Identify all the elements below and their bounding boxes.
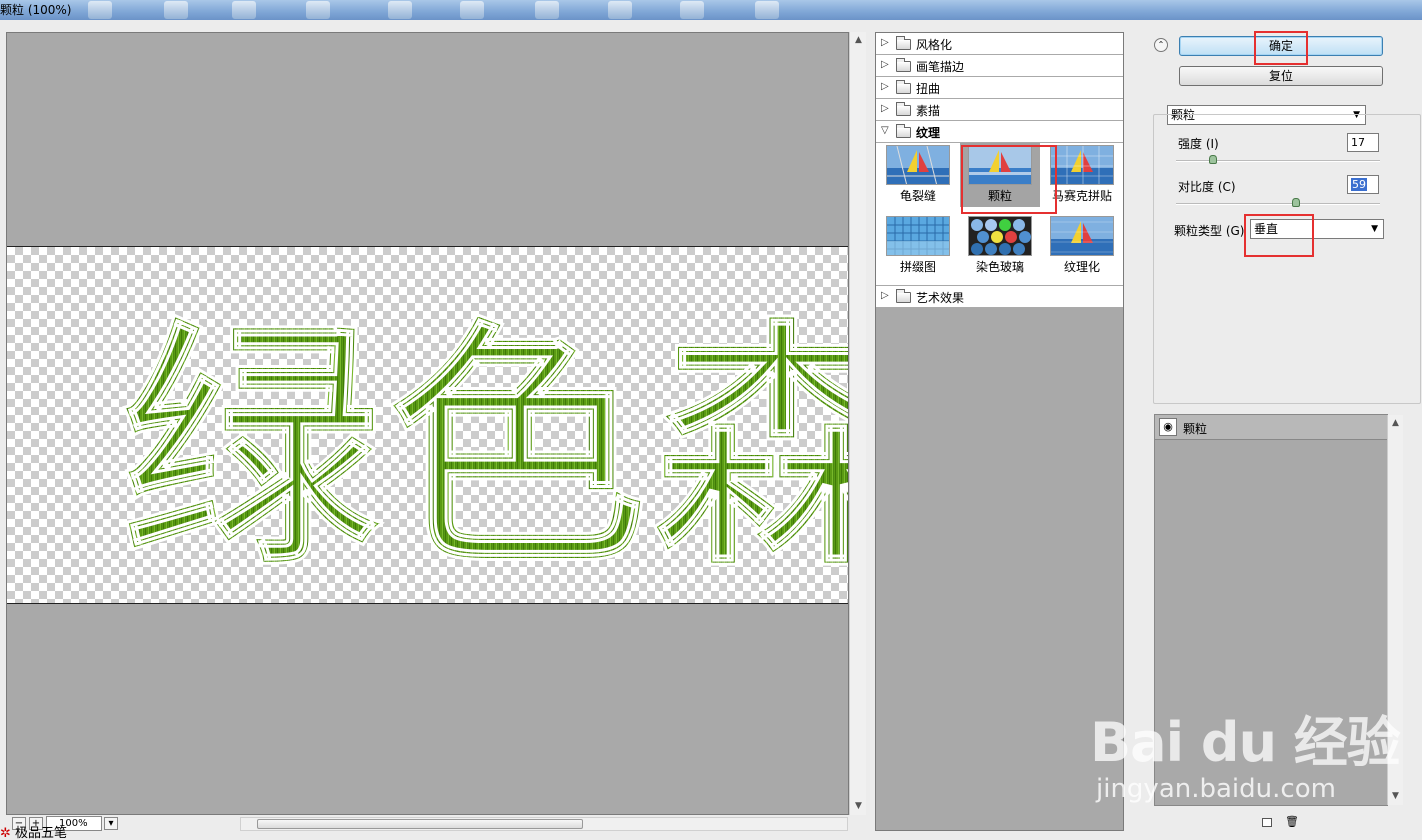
highlight-box	[1254, 31, 1308, 65]
intensity-label: 强度 (I)	[1178, 137, 1219, 151]
category-label: 扭曲	[916, 82, 941, 96]
filter-settings-group: 强度 (I) 17 对比度 (C) 59 颗粒类型 (G) : 垂直 ▼	[1153, 114, 1421, 404]
contrast-slider[interactable]	[1176, 203, 1380, 205]
preview-text-art: 绿色森	[120, 298, 849, 603]
highlight-box	[961, 145, 1057, 214]
new-effect-layer-icon[interactable]	[1262, 818, 1272, 827]
preview-horizontal-scrollbar[interactable]	[240, 817, 848, 831]
intensity-slider[interactable]	[1176, 160, 1380, 162]
zoom-dropdown-button[interactable]: ▾	[104, 817, 118, 830]
thumb-image	[886, 145, 950, 185]
expand-arrow-icon[interactable]: ▷	[881, 37, 889, 48]
window-title: 颗粒 (100%)	[0, 3, 72, 17]
effect-layer-row[interactable]: ◉ 颗粒	[1155, 415, 1387, 440]
category-label: 风格化	[916, 38, 953, 52]
taskbar-app-icon[interactable]	[755, 1, 779, 19]
taskbar-app-icon[interactable]	[680, 1, 704, 19]
taskbar-app-icon[interactable]	[88, 1, 112, 19]
contrast-label: 对比度 (C)	[1178, 180, 1236, 194]
category-label: 画笔描边	[916, 60, 965, 74]
effect-layers-list: ◉ 颗粒 ▲ ▼	[1154, 414, 1403, 806]
intensity-input[interactable]: 17	[1347, 133, 1379, 152]
folder-icon	[896, 80, 911, 94]
folder-open-icon	[896, 124, 911, 138]
thumb-image	[886, 216, 950, 256]
filter-thumb-craquelure[interactable]: 龟裂缝	[878, 143, 958, 207]
expand-arrow-icon[interactable]: ▷	[881, 290, 889, 301]
ime-logo-icon: ✲	[0, 826, 11, 840]
thumb-image	[968, 216, 1032, 256]
effect-layer-label: 颗粒	[1183, 422, 1208, 436]
taskbar-app-icon[interactable]	[388, 1, 412, 19]
folder-icon	[896, 102, 911, 116]
taskbar-app-icon[interactable]	[232, 1, 256, 19]
collapse-gallery-icon[interactable]: ⌃	[1154, 38, 1168, 52]
filter-preview[interactable]: 绿色森	[6, 32, 849, 815]
filter-label: 拼缀图	[899, 260, 936, 274]
category-brush-strokes[interactable]: ▷ 画笔描边	[876, 55, 1123, 77]
eye-icon[interactable]: ◉	[1159, 418, 1177, 436]
reset-button[interactable]: 复位	[1179, 66, 1383, 86]
filter-thumb-patchwork[interactable]: 拼缀图	[878, 214, 958, 278]
taskbar-app-icon[interactable]	[608, 1, 632, 19]
filter-thumb-stained-glass[interactable]: 染色玻璃	[960, 214, 1040, 278]
trash-icon[interactable]: 🗑	[1285, 815, 1299, 828]
folder-icon	[896, 58, 911, 72]
expand-arrow-icon[interactable]: ▷	[881, 103, 889, 114]
category-texture[interactable]: ▽ 纹理	[876, 121, 1123, 143]
intensity-slider-knob[interactable]	[1209, 155, 1217, 164]
preview-canvas: 绿色森	[7, 246, 849, 604]
taskbar-app-icon[interactable]	[164, 1, 188, 19]
chevron-down-icon: ▼	[1371, 224, 1378, 234]
window-titlebar: 颗粒 (100%)	[0, 0, 1422, 20]
filter-label: 龟裂缝	[899, 189, 936, 203]
expand-arrow-icon[interactable]: ▷	[881, 81, 889, 92]
taskbar-app-icon[interactable]	[306, 1, 330, 19]
thumb-image	[1050, 145, 1114, 185]
category-label: 素描	[916, 104, 941, 118]
collapse-arrow-icon[interactable]: ▽	[881, 125, 889, 136]
category-sketch[interactable]: ▷ 素描	[876, 99, 1123, 121]
scroll-thumb[interactable]	[257, 819, 583, 829]
scroll-down-icon[interactable]: ▼	[1388, 788, 1403, 805]
preview-text: 绿色森	[121, 299, 849, 601]
folder-icon	[896, 289, 911, 303]
category-distort[interactable]: ▷ 扭曲	[876, 77, 1123, 99]
filter-thumb-texturizer[interactable]: 纹理化	[1042, 214, 1122, 278]
preview-bottom-bar: − + 100% ▾ ✲ 极品五笔	[0, 815, 866, 840]
category-label: 纹理	[916, 126, 941, 140]
filter-label: 染色玻璃	[975, 260, 1024, 274]
filter-label: 纹理化	[1063, 260, 1100, 274]
grain-type-label: 颗粒类型 (G)	[1174, 224, 1245, 238]
scroll-up-icon[interactable]: ▲	[1388, 415, 1403, 432]
category-artistic[interactable]: ▷ 艺术效果	[876, 286, 1123, 308]
scroll-up-icon[interactable]: ▲	[850, 32, 867, 49]
ime-status-bar: ✲ 极品五笔	[0, 827, 67, 840]
contrast-slider-knob[interactable]	[1292, 198, 1300, 207]
thumb-image	[1050, 216, 1114, 256]
highlight-box	[1244, 214, 1314, 257]
layers-scrollbar[interactable]: ▲ ▼	[1387, 415, 1403, 805]
category-stylize[interactable]: ▷ 风格化	[876, 33, 1123, 55]
taskbar-app-icon[interactable]	[535, 1, 559, 19]
contrast-value: 59	[1351, 178, 1367, 191]
category-label: 艺术效果	[916, 291, 965, 305]
folder-icon	[896, 36, 911, 50]
preview-vertical-scrollbar[interactable]: ▲ ▼	[849, 32, 866, 815]
contrast-input[interactable]: 59	[1347, 175, 1379, 194]
scroll-down-icon[interactable]: ▼	[850, 798, 867, 815]
ime-name: 极品五笔	[15, 826, 68, 840]
expand-arrow-icon[interactable]: ▷	[881, 59, 889, 70]
filter-controls-panel: ⌃ 确定 复位 颗粒 ▼ 强度 (I) 17 对比度 (C) 59 颗粒类型 (…	[1140, 32, 1421, 831]
taskbar-app-icon[interactable]	[460, 1, 484, 19]
